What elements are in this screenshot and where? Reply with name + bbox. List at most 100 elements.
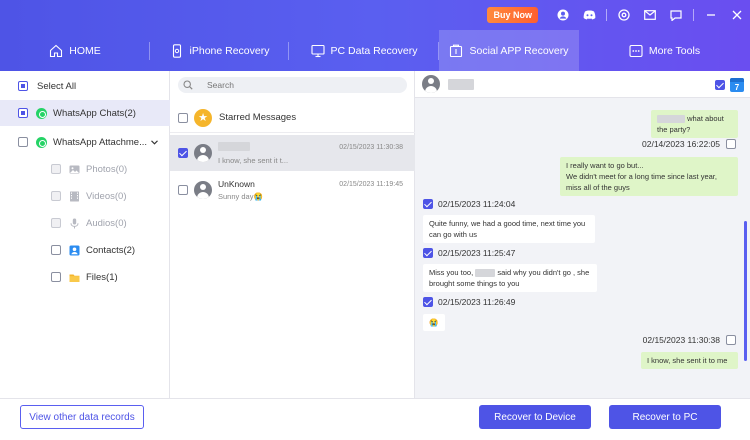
sidebar-item-audios[interactable]: Audios(0) (0, 210, 170, 236)
chat-time: 02/15/2023 11:30:38 (339, 144, 403, 151)
feedback-icon[interactable] (669, 8, 683, 22)
more-tools-icon (629, 44, 643, 58)
avatar (422, 75, 440, 93)
sidebar-item-label: Contacts(2) (86, 244, 136, 256)
tab-social-app-recovery[interactable]: Social APP Recovery (439, 30, 579, 71)
message-bubble: what about the party? (651, 110, 738, 138)
timestamp-text: 02/15/2023 11:26:49 (438, 297, 516, 307)
message-checkbox[interactable] (423, 297, 433, 307)
chat-checkbox[interactable] (178, 185, 188, 195)
audios-checkbox[interactable] (51, 218, 61, 228)
chat-name: UnKnown (218, 179, 255, 189)
toolbar-divider (693, 9, 694, 21)
message-checkbox[interactable] (423, 199, 433, 209)
chat-preview: Sunny day😭 (218, 192, 263, 201)
close-icon[interactable] (730, 8, 744, 22)
discord-icon[interactable] (582, 8, 596, 22)
home-icon (49, 44, 63, 58)
top-toolbar: Buy Now (487, 6, 750, 24)
redacted-name (475, 269, 496, 278)
whatsapp-icon (36, 107, 47, 119)
chat-item[interactable]: UnKnown Sunny day😭 02/15/2023 11:19:45 (170, 172, 415, 208)
tab-iphone-recovery[interactable]: iPhone Recovery (150, 30, 289, 71)
social-app-icon (449, 44, 463, 58)
photo-icon (69, 165, 80, 173)
scrollbar[interactable] (744, 221, 747, 361)
starred-messages-row[interactable]: ★ Starred Messages (170, 103, 415, 133)
select-all-messages-checkbox[interactable] (715, 80, 725, 90)
recover-to-pc-button[interactable]: Recover to PC (609, 405, 721, 429)
select-all-checkbox[interactable] (18, 81, 28, 91)
avatar (194, 144, 212, 162)
select-all-row[interactable]: Select All (0, 73, 170, 99)
search-input[interactable] (207, 80, 387, 90)
whatsapp-attachments-checkbox[interactable] (18, 137, 28, 147)
redacted-name (218, 141, 250, 151)
folder-icon (69, 274, 80, 282)
chat-item[interactable]: I know, she sent it t... 02/15/2023 11:3… (170, 135, 415, 171)
whatsapp-icon (36, 136, 47, 148)
message-text: Miss you too, (429, 268, 474, 277)
contacts-icon (69, 245, 80, 255)
chat-time: 02/15/2023 11:19:45 (339, 181, 403, 188)
chat-list-panel: ★ Starred Messages I know, she sent it t… (170, 71, 415, 398)
chevron-down-icon[interactable] (151, 139, 158, 145)
chat-checkbox[interactable] (178, 148, 188, 158)
timestamp-text: 02/15/2023 11:30:38 (642, 335, 720, 345)
message-checkbox[interactable] (423, 248, 433, 258)
footer-bar: View other data records Recover to Devic… (0, 398, 750, 440)
star-icon: ★ (194, 108, 212, 127)
app-header: Buy Now HOME iPhone Recovery PC Data Rec… (0, 0, 750, 71)
sidebar-item-files[interactable]: Files(1) (0, 264, 170, 290)
redacted-name (657, 115, 685, 124)
tab-pc-data-recovery[interactable]: PC Data Recovery (289, 30, 439, 71)
sidebar-item-whatsapp-chats[interactable]: WhatsApp Chats(2) (0, 100, 170, 126)
message-bubble: I really want to go but... We didn't mee… (560, 157, 738, 196)
message-checkbox[interactable] (726, 139, 736, 149)
sidebar-item-label: Files(1) (86, 271, 118, 283)
mail-icon[interactable] (643, 8, 657, 22)
timestamp-text: 02/15/2023 11:25:47 (438, 248, 516, 258)
message-bubble: Quite funny, we had a good time, next ti… (423, 215, 595, 243)
settings-icon[interactable] (617, 8, 631, 22)
sidebar-item-whatsapp-attachments[interactable]: WhatsApp Attachme... (0, 129, 170, 155)
timestamp-text: 02/15/2023 11:24:04 (438, 199, 516, 209)
conversation-header: 7 (415, 71, 750, 98)
starred-checkbox[interactable] (178, 112, 188, 123)
files-checkbox[interactable] (51, 272, 61, 282)
message-timestamp: 02/15/2023 11:25:47 (423, 248, 515, 258)
tab-home[interactable]: HOME (0, 30, 150, 71)
redacted-name (448, 78, 474, 90)
sidebar-item-photos[interactable]: Photos(0) (0, 156, 170, 182)
microphone-icon (70, 218, 79, 228)
message-checkbox[interactable] (726, 335, 736, 345)
sidebar-item-label: WhatsApp Attachme... (53, 136, 147, 148)
search-box[interactable] (178, 77, 407, 93)
message-timestamp: 02/15/2023 11:24:04 (423, 199, 515, 209)
buy-now-button[interactable]: Buy Now (487, 7, 538, 23)
tab-more-tools[interactable]: More Tools (579, 30, 750, 71)
photos-checkbox[interactable] (51, 164, 61, 174)
chat-text: UnKnown Sunny day😭 (218, 179, 263, 201)
contacts-checkbox[interactable] (51, 245, 61, 255)
sidebar-item-contacts[interactable]: Contacts(2) (0, 237, 170, 263)
search-icon (183, 80, 193, 90)
sidebar-item-label: Audios(0) (86, 217, 127, 229)
view-other-records-button[interactable]: View other data records (20, 405, 144, 429)
sidebar-item-label: WhatsApp Chats(2) (53, 107, 136, 119)
minimize-icon[interactable] (704, 8, 718, 22)
video-icon (70, 191, 79, 201)
recover-to-device-button[interactable]: Recover to Device (479, 405, 591, 429)
chat-text: I know, she sent it t... (218, 141, 288, 165)
videos-checkbox[interactable] (51, 191, 61, 201)
sidebar-item-videos[interactable]: Videos(0) (0, 183, 170, 209)
message-timestamp: 02/15/2023 11:30:38 (643, 335, 736, 345)
message-bubble: 😭 (423, 314, 445, 331)
message-timestamp: 02/14/2023 16:22:05 (642, 139, 736, 149)
tab-iphone-label: iPhone Recovery (189, 44, 270, 57)
account-icon[interactable] (556, 8, 570, 22)
whatsapp-chats-checkbox[interactable] (18, 108, 28, 118)
message-bubble: Miss you too, said why you didn't go , s… (423, 264, 597, 292)
toolbar-divider (606, 9, 607, 21)
calendar-icon[interactable]: 7 (730, 78, 744, 92)
